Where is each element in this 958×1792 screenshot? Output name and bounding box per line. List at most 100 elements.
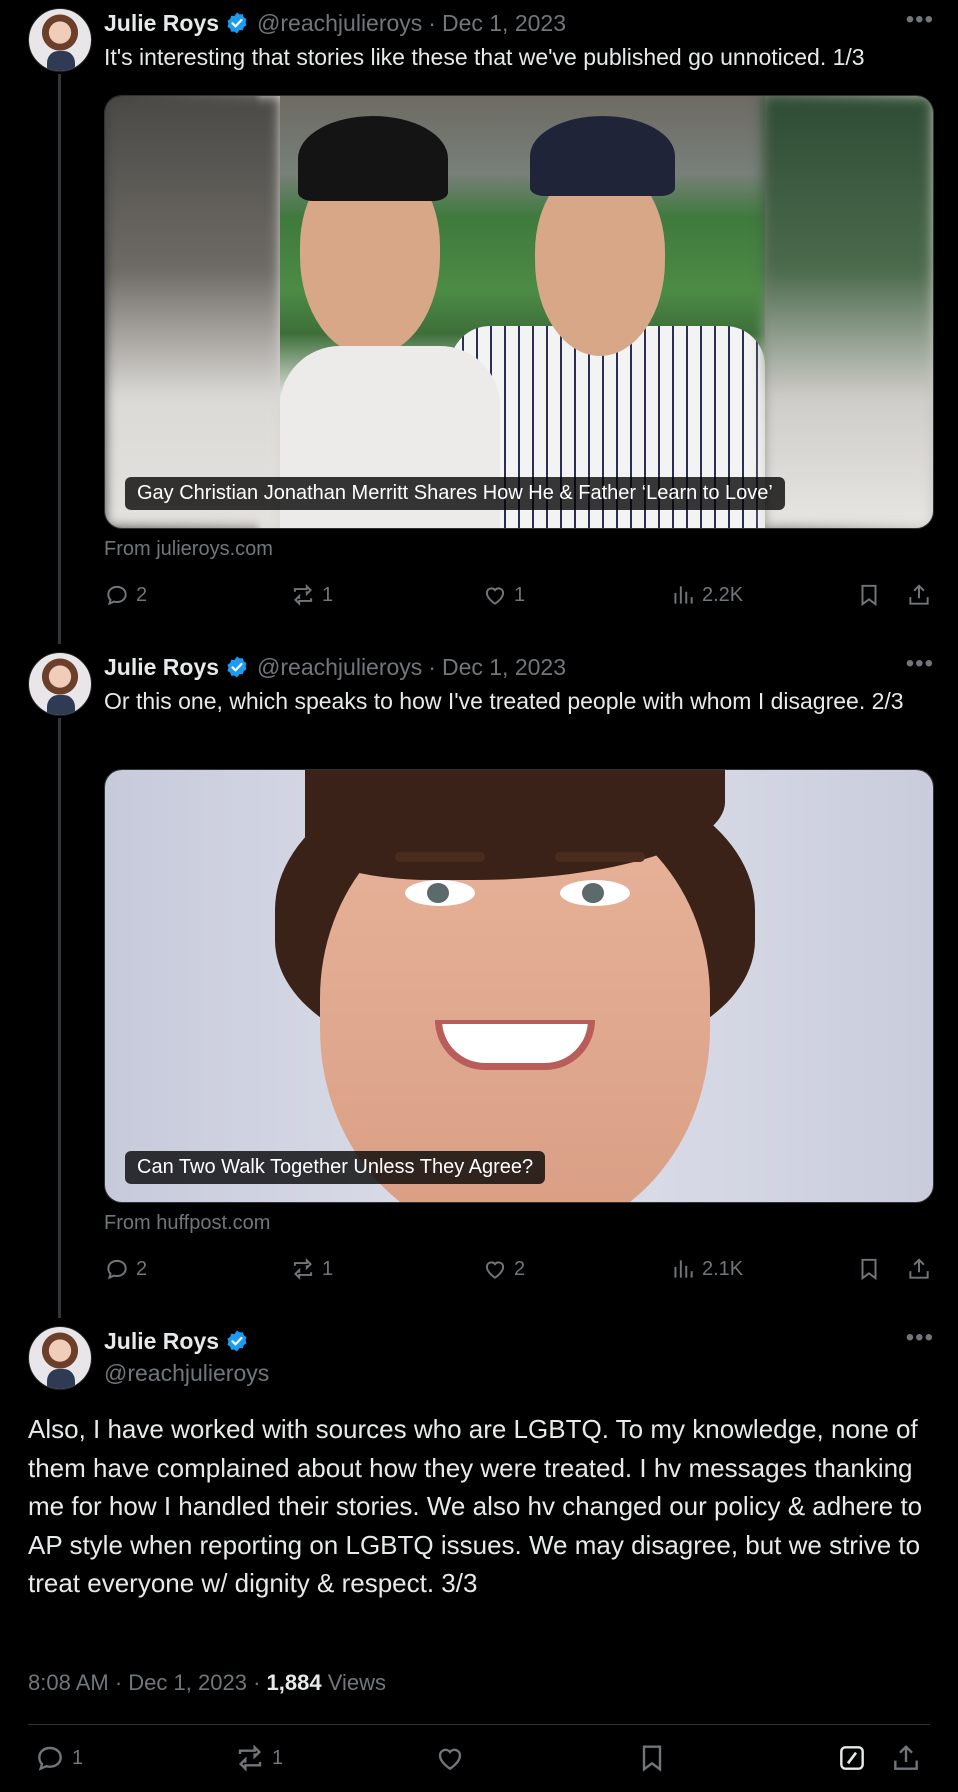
views-button[interactable]: 2.2K [670,582,743,608]
card-caption: Can Two Walk Together Unless They Agree? [125,1151,546,1184]
card-image [105,96,933,528]
verified-badge-icon[interactable] [225,655,249,679]
link-card[interactable]: Gay Christian Jonathan Merritt Shares Ho… [104,95,934,529]
card-source[interactable]: From julieroys.com [104,538,273,561]
views-button[interactable]: 2.1K [670,1256,743,1282]
author-name[interactable]: Julie Roys [104,10,219,37]
separator: · [114,1670,123,1695]
grok-button[interactable] [836,1742,874,1774]
bookmark-icon [861,584,877,607]
image-blur-right [763,96,933,528]
man-right-cap [530,116,675,196]
like-button[interactable] [434,1742,472,1774]
like-button[interactable]: 2 [482,1256,525,1282]
link-card[interactable]: Can Two Walk Together Unless They Agree? [104,769,934,1203]
separator: · [428,653,436,680]
smile [435,1020,595,1070]
tweet-date[interactable]: Dec 1, 2023 [128,1670,247,1695]
bookmark-button[interactable] [856,582,888,608]
views-count: 2.1K [702,1257,744,1280]
tweet-time[interactable]: 8:08 AM [28,1670,109,1695]
thread-tweet-2[interactable]: Julie Roys @reachjulieroys · Dec 1, 2023… [0,644,958,1318]
views-count: 1,884 [266,1670,322,1695]
tweet-actions: 2 1 1 2.2K [104,582,938,612]
bookmark-icon [861,1258,877,1281]
tweet-actions: 2 1 2 2.1K [104,1256,938,1286]
repost-icon [293,583,313,607]
tweet-date[interactable]: Dec 1, 2023 [442,10,566,37]
repost-button[interactable]: 1 [290,582,333,608]
tweet-text: Or this one, which speaks to how I've tr… [104,688,904,714]
tweet-text: It's interesting that stories like these… [104,44,865,70]
grok-icon [840,1746,864,1770]
tweet-header: Julie Roys ••• [104,1326,934,1356]
tweet-meta: 8:08 AM · Dec 1, 2023 · 1,884 Views [28,1670,386,1696]
reply-button[interactable]: 2 [104,582,147,608]
verified-badge-icon[interactable] [225,1329,249,1353]
handle-row: @reachjulieroys [104,1358,934,1388]
reply-count: 2 [136,583,148,606]
separator: · [253,1670,261,1695]
image-center [280,96,765,528]
reply-count: 2 [136,1257,148,1280]
verified-badge-icon[interactable] [225,11,249,35]
repost-count: 1 [322,1257,334,1280]
more-icon[interactable]: ••• [906,652,934,676]
bookmark-button[interactable] [636,1742,674,1774]
reply-button[interactable]: 2 [104,1256,147,1282]
bookmark-button[interactable] [856,1256,888,1282]
tweet-header: Julie Roys @reachjulieroys · Dec 1, 2023… [104,8,934,38]
divider [28,1724,930,1725]
reply-icon [38,1746,62,1771]
man-left-cap [298,116,448,201]
share-button[interactable] [890,1742,928,1774]
right-eye [560,880,630,906]
main-tweet-actions: 1 1 [28,1742,930,1782]
avatar[interactable] [28,8,92,72]
like-button[interactable]: 1 [482,582,525,608]
main-tweet: Julie Roys ••• @reachjulieroys Also, I h… [0,1318,958,1792]
reply-icon [107,585,127,606]
avatar[interactable] [28,652,92,716]
thread-tweet-1[interactable]: Julie Roys @reachjulieroys · Dec 1, 2023… [0,0,958,640]
like-icon [485,1261,505,1279]
reply-button[interactable]: 1 [34,1742,83,1774]
repost-count: 1 [272,1746,284,1769]
more-icon[interactable]: ••• [906,8,934,32]
views-label: Views [327,1670,386,1695]
repost-count: 1 [322,583,334,606]
tweet-date[interactable]: Dec 1, 2023 [442,654,566,681]
views-count: 2.2K [702,583,744,606]
more-icon[interactable]: ••• [906,1326,934,1350]
views-icon [674,586,693,604]
author-name[interactable]: Julie Roys [104,654,219,681]
reply-count: 1 [72,1746,84,1769]
author-name[interactable]: Julie Roys [104,1328,219,1355]
author-handle[interactable]: @reachjulieroys [257,654,422,681]
tweet-header: Julie Roys @reachjulieroys · Dec 1, 2023… [104,652,934,682]
left-brow [395,852,485,862]
like-icon [485,587,505,605]
like-icon [438,1748,462,1771]
image-blur-left [105,96,280,528]
repost-button[interactable]: 1 [234,1742,283,1774]
avatar[interactable] [28,1326,92,1390]
author-handle[interactable]: @reachjulieroys [257,10,422,37]
separator: · [428,9,436,36]
reply-icon [107,1259,127,1280]
card-caption: Gay Christian Jonathan Merritt Shares Ho… [125,477,785,510]
repost-icon [293,1257,313,1281]
repost-button[interactable]: 1 [290,1256,333,1282]
right-brow [555,852,645,862]
share-icon [909,584,929,605]
like-count: 1 [514,583,526,606]
share-icon [909,1258,929,1279]
like-count: 2 [514,1257,526,1280]
share-button[interactable] [906,1256,938,1282]
card-image [105,770,933,1202]
tweet-text: Also, I have worked with sources who are… [28,1414,923,1598]
card-source[interactable]: From huffpost.com [104,1212,270,1235]
author-handle[interactable]: @reachjulieroys [104,1360,269,1387]
share-button[interactable] [906,582,938,608]
repost-icon [238,1744,262,1772]
